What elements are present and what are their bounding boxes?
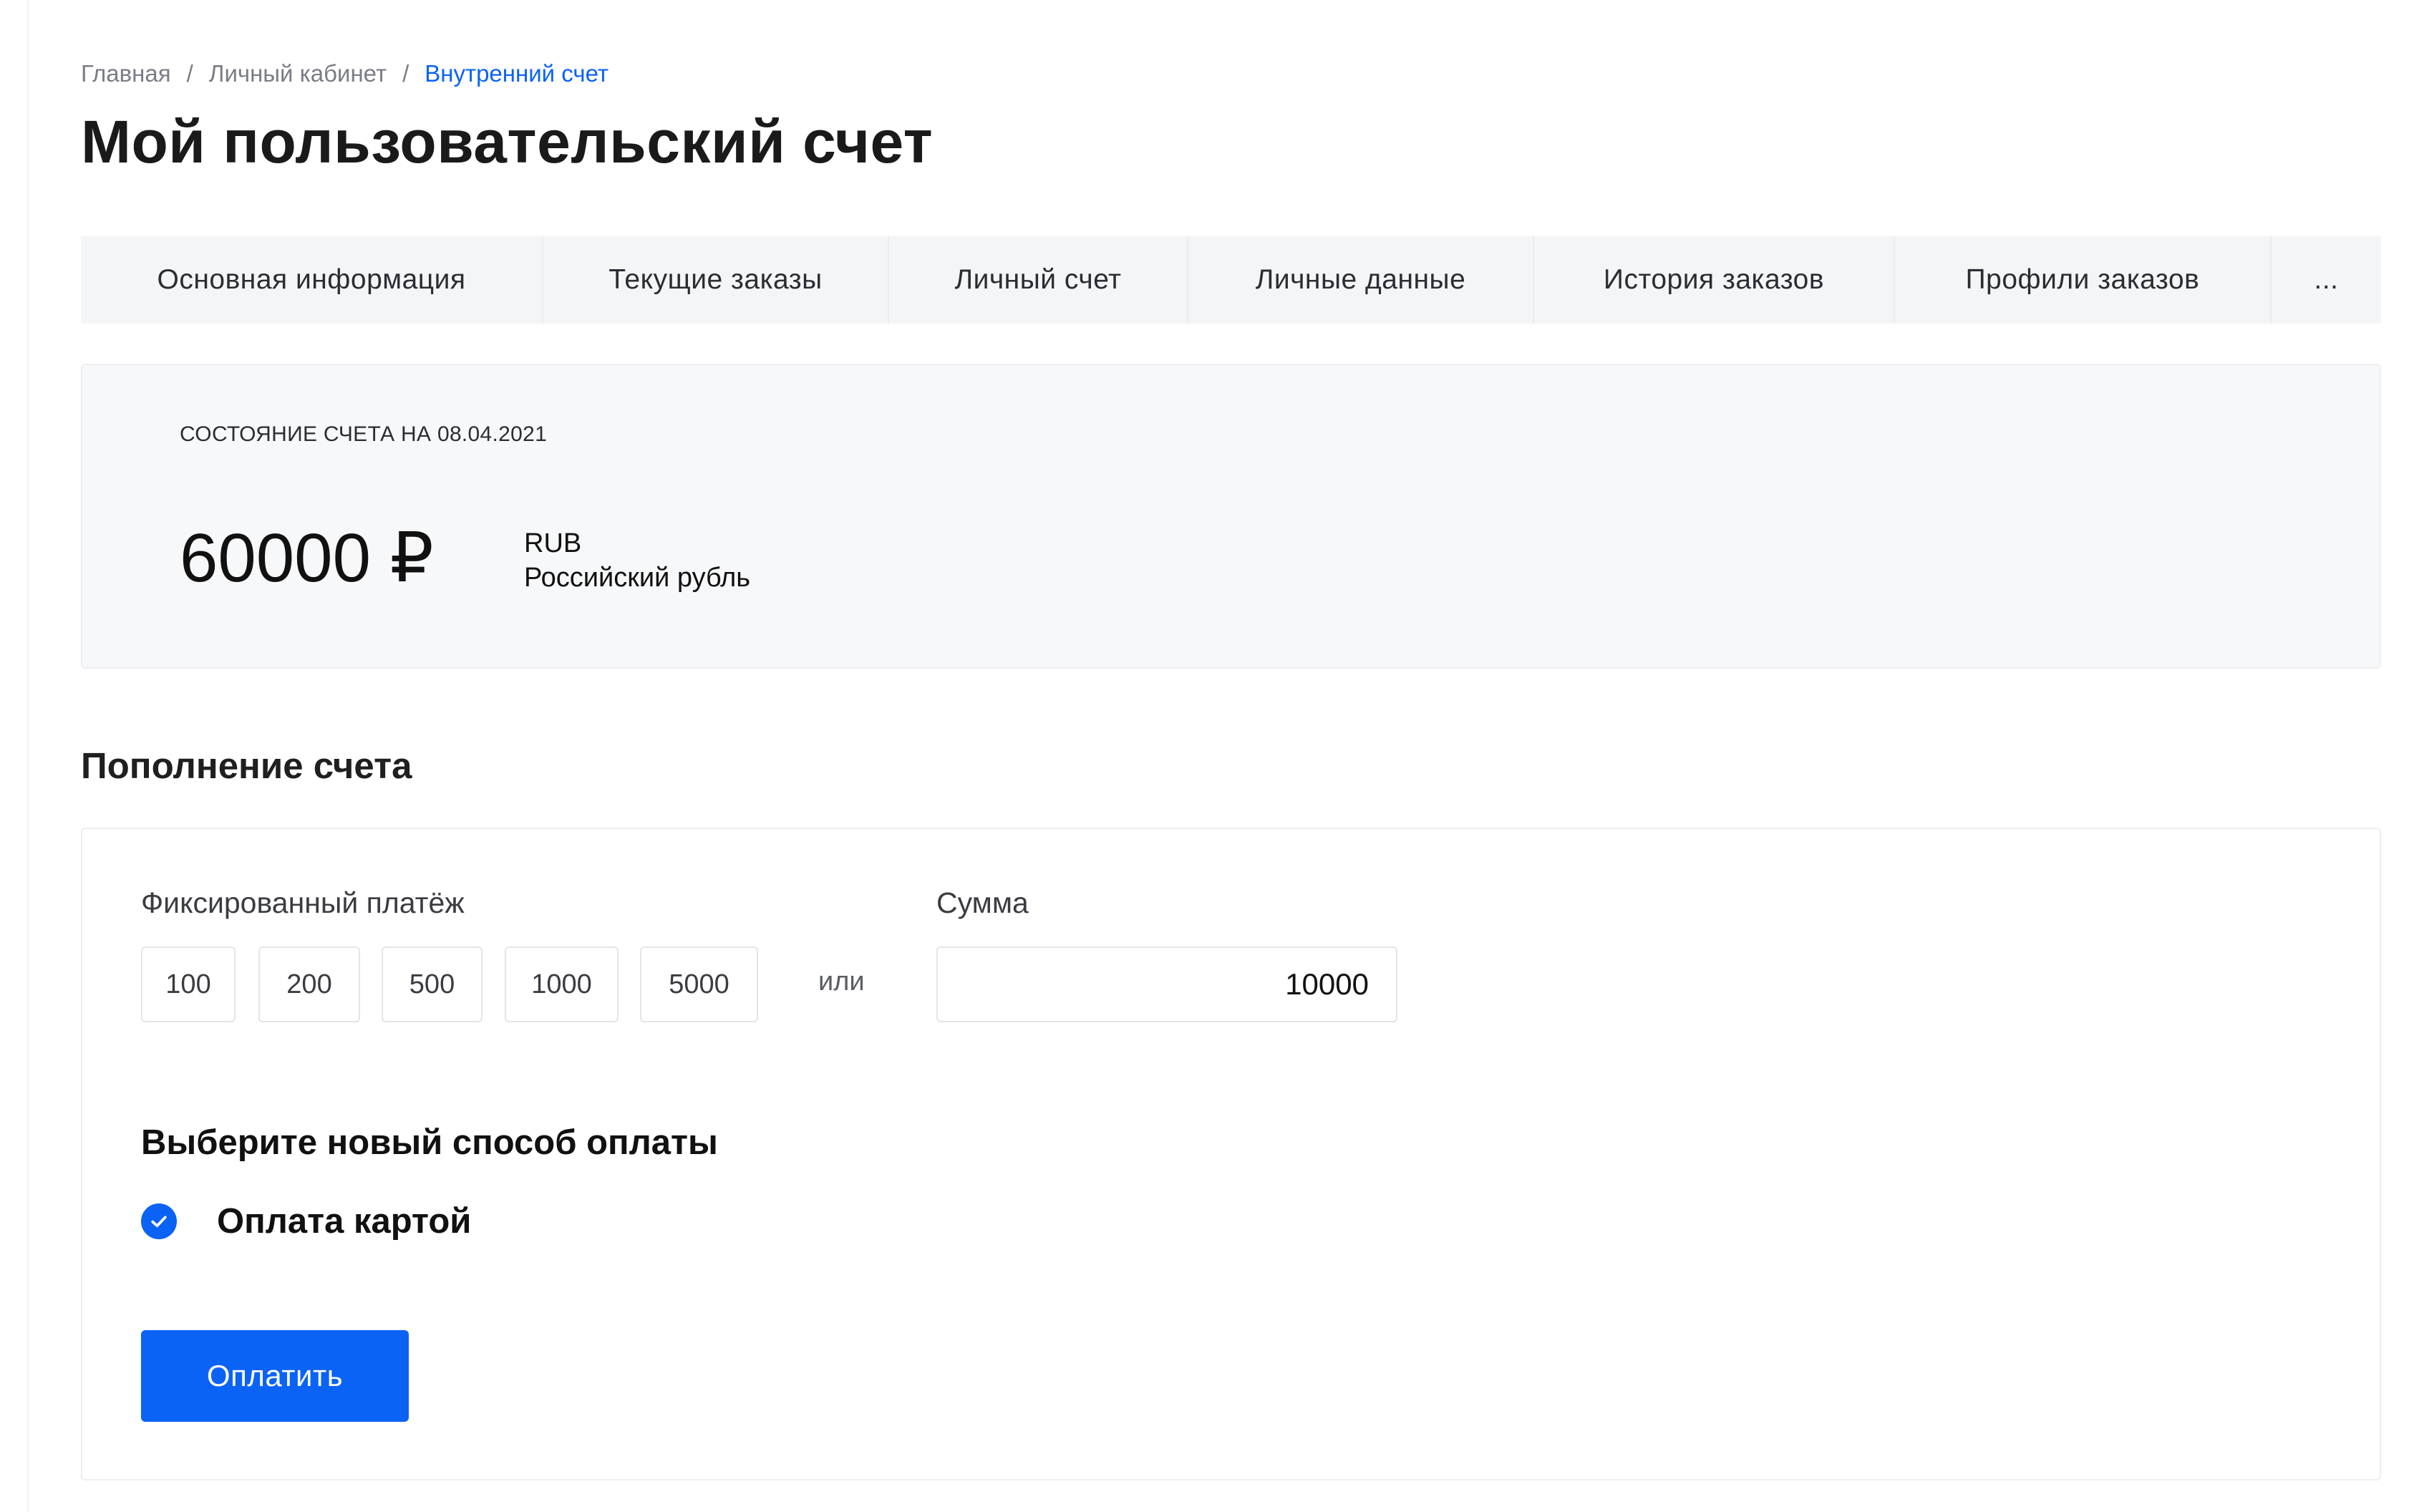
- payment-method-card-option[interactable]: Оплата картой: [141, 1201, 471, 1241]
- fixed-payment-label: Фиксированный платёж: [141, 886, 465, 919]
- amount-chip[interactable]: 1000: [505, 946, 619, 1022]
- breadcrumb: Главная / Личный кабинет / Внутренний сч…: [81, 60, 609, 87]
- sum-input[interactable]: [936, 946, 1397, 1022]
- breadcrumb-account-link[interactable]: Личный кабинет: [209, 60, 387, 87]
- payment-method-heading: Выберите новый способ оплаты: [141, 1123, 718, 1162]
- topup-card: Фиксированный платёж 100 200 500 1000 50…: [81, 828, 2381, 1480]
- page-title: Мой пользовательский счет: [81, 108, 934, 175]
- account-tabs: Основная информация Текущие заказы Личны…: [81, 236, 2381, 324]
- tab-personal-data[interactable]: Личные данные: [1188, 236, 1534, 324]
- breadcrumb-separator: /: [186, 60, 193, 87]
- amount-chip[interactable]: 100: [141, 946, 236, 1022]
- balance-amount: 60000 ₽: [180, 520, 434, 596]
- currency-code: RUB: [524, 528, 582, 558]
- currency-name: Российский рубль: [524, 563, 751, 593]
- amount-chip[interactable]: 500: [382, 946, 483, 1022]
- balance-card: СОСТОЯНИЕ СЧЕТА НА 08.04.2021 60000 ₽ RU…: [81, 364, 2381, 669]
- amount-chip[interactable]: 200: [258, 946, 360, 1022]
- tab-personal-account[interactable]: Личный счет: [889, 236, 1188, 324]
- tab-main-info[interactable]: Основная информация: [81, 236, 543, 324]
- breadcrumb-home-link[interactable]: Главная: [81, 60, 171, 87]
- sum-label: Сумма: [936, 886, 1029, 919]
- breadcrumb-separator: /: [402, 60, 409, 87]
- or-separator-text: или: [818, 966, 865, 997]
- check-circle-icon[interactable]: [141, 1203, 177, 1239]
- topup-heading: Пополнение счета: [81, 745, 412, 786]
- tab-order-history[interactable]: История заказов: [1534, 236, 1895, 324]
- payment-method-label: Оплата картой: [217, 1202, 472, 1241]
- tab-order-profiles[interactable]: Профили заказов: [1895, 236, 2272, 324]
- tab-more[interactable]: ...: [2272, 236, 2381, 324]
- breadcrumb-current: Внутренний счет: [425, 60, 609, 87]
- balance-caption: СОСТОЯНИЕ СЧЕТА НА 08.04.2021: [180, 422, 548, 446]
- main-content: Главная / Личный кабинет / Внутренний сч…: [81, 0, 2382, 1512]
- amount-chip[interactable]: 5000: [640, 946, 758, 1022]
- pay-button[interactable]: Оплатить: [141, 1330, 409, 1422]
- page-edge-divider: [27, 0, 29, 1512]
- tab-current-orders[interactable]: Текущие заказы: [543, 236, 889, 324]
